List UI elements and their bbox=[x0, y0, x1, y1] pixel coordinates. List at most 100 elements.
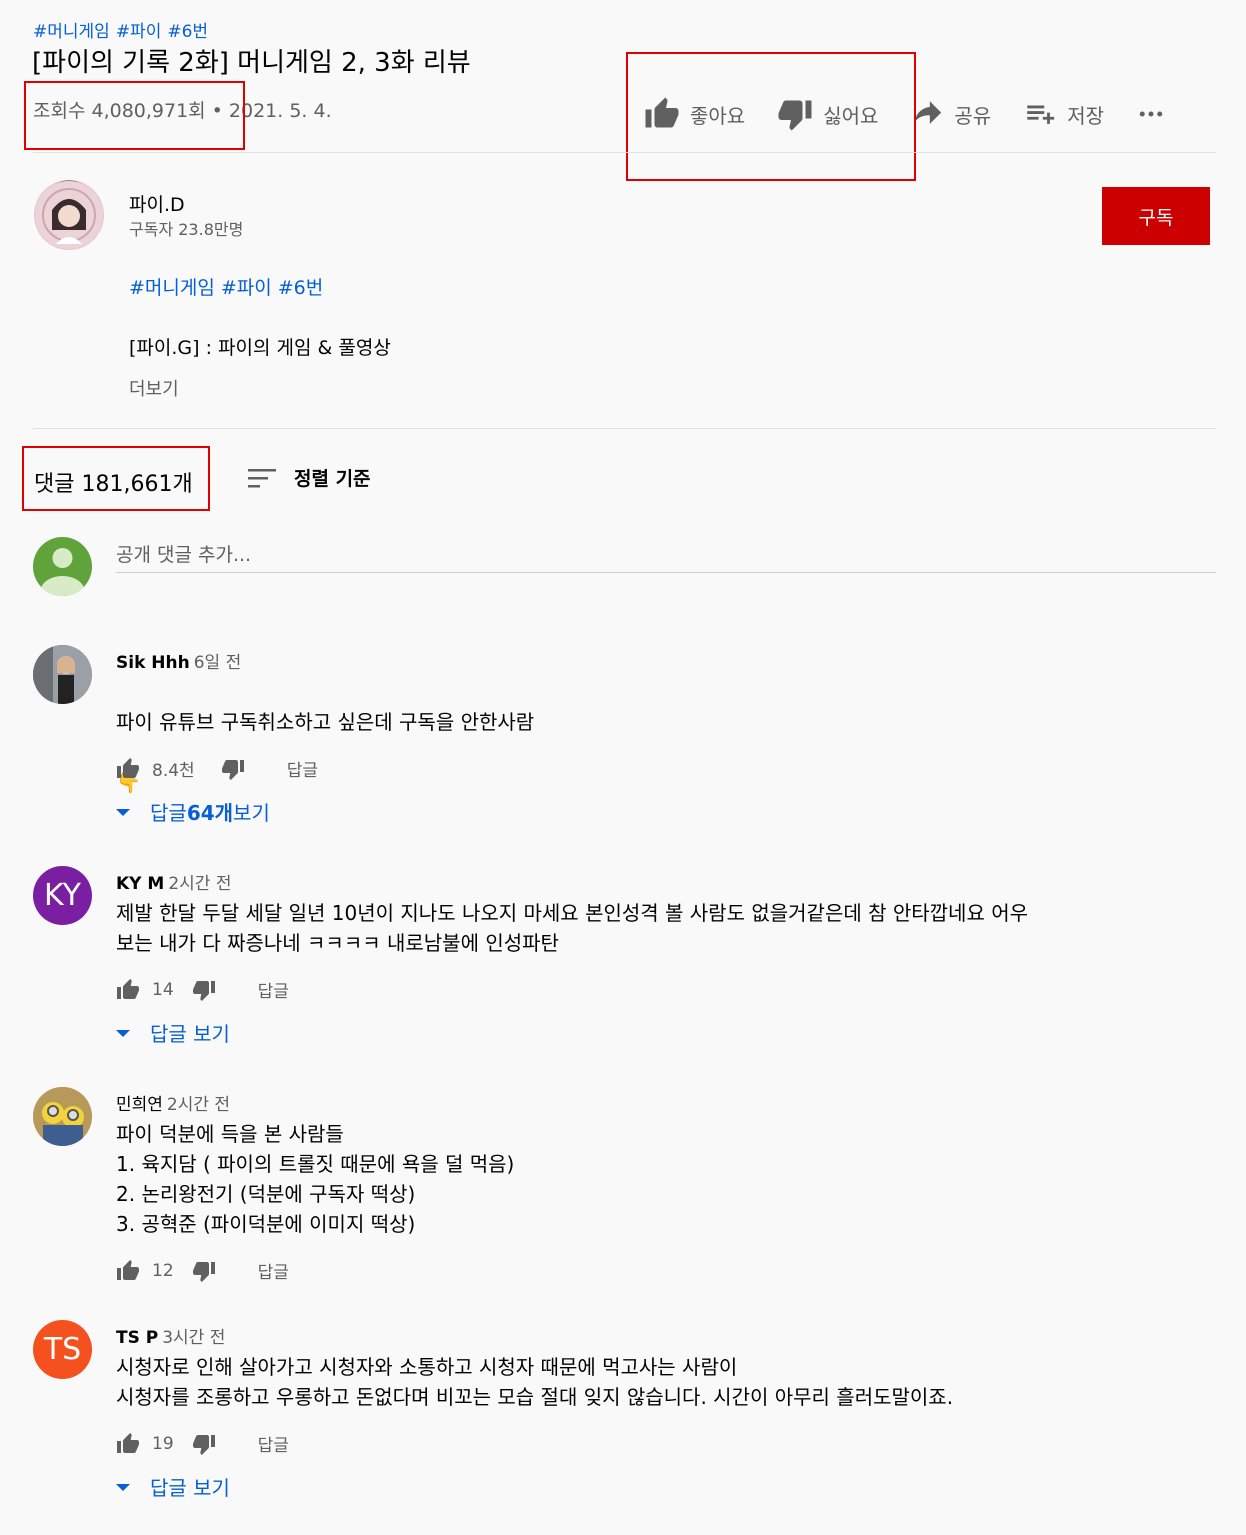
default-user-icon bbox=[40, 548, 85, 596]
save-button[interactable]: 저장 bbox=[1023, 97, 1104, 131]
video-title: [파이의 기록 2화] 머니게임 2, 3화 리뷰 bbox=[32, 48, 471, 78]
thumb-down-icon[interactable] bbox=[192, 1259, 216, 1283]
comment-author-name[interactable]: Sik Hhh bbox=[116, 653, 190, 673]
comment-time[interactable]: 3시간 전 bbox=[162, 1328, 225, 1348]
hashtag-link[interactable]: #머니게임 bbox=[33, 22, 110, 42]
sort-button[interactable]: 정렬 기준 bbox=[248, 464, 371, 491]
hashtag-link[interactable]: #머니게임 bbox=[129, 277, 215, 299]
thumb-up-icon[interactable] bbox=[116, 757, 140, 781]
subscriber-count: 구독자 23.8만명 bbox=[129, 220, 244, 239]
comment-avatar[interactable] bbox=[33, 645, 92, 704]
more-horizontal-icon bbox=[1139, 111, 1163, 117]
view-count: 조회수 4,080,971회 bbox=[33, 100, 206, 122]
share-button[interactable]: 공유 bbox=[910, 97, 991, 131]
hashtag-link[interactable]: #6번 bbox=[278, 277, 324, 299]
caret-down-icon bbox=[116, 1483, 130, 1491]
subscribe-button[interactable]: 구독 bbox=[1102, 187, 1210, 245]
save-label: 저장 bbox=[1067, 103, 1105, 128]
dislike-button[interactable]: 싫어요 bbox=[777, 96, 878, 132]
caret-down-icon bbox=[116, 1029, 130, 1037]
hashtag-link[interactable]: #파이 bbox=[116, 22, 162, 42]
like-button[interactable]: 좋아요 bbox=[644, 96, 745, 132]
replies-label-post: 보기 bbox=[233, 801, 270, 825]
comment-avatar[interactable] bbox=[33, 1087, 92, 1146]
comment-author: Sik Hhh 6일 전 bbox=[116, 648, 241, 673]
comment-toolbar: 12 답글 bbox=[116, 1258, 289, 1283]
video-actions: 좋아요 싫어요 공유 저장 bbox=[644, 92, 1208, 136]
comment-avatar[interactable]: TS bbox=[33, 1320, 92, 1379]
video-meta: 조회수 4,080,971회 • 2021. 5. 4. bbox=[33, 96, 332, 123]
comment-author: 민희연 2시간 전 bbox=[116, 1090, 230, 1115]
video-hashtags: #머니게임 #파이 #6번 bbox=[33, 17, 214, 42]
share-label: 공유 bbox=[954, 103, 992, 128]
upload-date: 2021. 5. 4. bbox=[228, 100, 332, 122]
comment-count: 댓글 181,661개 bbox=[34, 472, 193, 497]
replies-label-pre: 답글 bbox=[150, 801, 187, 825]
thumb-down-icon[interactable] bbox=[221, 757, 245, 781]
view-replies-button[interactable]: 답글 보기 bbox=[116, 1472, 230, 1501]
comment-toolbar: 14 답글 bbox=[116, 977, 289, 1002]
comment-avatar[interactable]: KY bbox=[33, 866, 92, 925]
avatar-initials: KY bbox=[44, 878, 81, 913]
caret-down-icon bbox=[116, 808, 130, 816]
comment-toolbar: 8.4천 답글 bbox=[116, 756, 318, 781]
comment-input[interactable] bbox=[116, 538, 1216, 573]
view-replies-button[interactable]: 답글 64개 보기 bbox=[116, 797, 270, 826]
thumb-down-icon bbox=[778, 100, 812, 131]
reply-button[interactable]: 답글 bbox=[258, 977, 289, 1002]
commenter-photo bbox=[33, 645, 92, 704]
separator-dot: • bbox=[211, 100, 223, 122]
like-count: 12 bbox=[152, 1260, 174, 1281]
reply-button[interactable]: 답글 bbox=[258, 1431, 289, 1456]
hashtag-link[interactable]: #파이 bbox=[221, 277, 272, 299]
more-actions-button[interactable] bbox=[1136, 99, 1176, 129]
reply-button[interactable]: 답글 bbox=[287, 756, 318, 781]
comment-text: 파이 유튜브 구독취소하고 싶은데 구독을 안한사람 👇 bbox=[116, 677, 1216, 827]
channel-name[interactable]: 파이.D bbox=[129, 190, 185, 217]
comment-author: TS P 3시간 전 bbox=[116, 1323, 225, 1348]
comment-time[interactable]: 6일 전 bbox=[194, 653, 242, 673]
comment-author-name[interactable]: KY M bbox=[116, 874, 164, 894]
replies-label: 답글 보기 bbox=[150, 1476, 230, 1500]
thumb-down-icon[interactable] bbox=[192, 1432, 216, 1456]
playlist-add-icon bbox=[1027, 105, 1055, 124]
channel-avatar[interactable] bbox=[34, 180, 104, 250]
avatar-initials: TS bbox=[43, 1332, 82, 1367]
user-avatar bbox=[33, 537, 92, 596]
thumb-up-icon bbox=[645, 97, 679, 128]
comment-author-name[interactable]: 민희연 bbox=[116, 1095, 163, 1115]
thumb-down-icon[interactable] bbox=[192, 978, 216, 1002]
like-count: 14 bbox=[152, 979, 174, 1000]
show-more-button[interactable]: 더보기 bbox=[129, 375, 179, 401]
thumb-up-icon[interactable] bbox=[116, 1432, 140, 1456]
hashtag-link[interactable]: #6번 bbox=[167, 22, 208, 42]
comment-author-name[interactable]: TS P bbox=[116, 1328, 158, 1348]
reply-button[interactable]: 답글 bbox=[258, 1258, 289, 1283]
comment-author: KY M 2시간 전 bbox=[116, 869, 231, 894]
like-label: 좋아요 bbox=[690, 103, 746, 128]
comment-text: 파이 덕분에 득을 본 사람들 1. 육지담 ( 파이의 트롤짓 때문에 욕을 … bbox=[116, 1122, 515, 1236]
description-hashtags: #머니게임 #파이 #6번 bbox=[129, 273, 329, 300]
sort-icon bbox=[248, 468, 276, 487]
divider bbox=[33, 428, 1216, 429]
thumb-up-icon[interactable] bbox=[116, 978, 140, 1002]
comment-toolbar: 19 답글 bbox=[116, 1431, 289, 1456]
description-text: [파이.G] : 파이의 게임 & 풀영상 bbox=[129, 337, 391, 359]
replies-label: 답글 보기 bbox=[150, 1022, 230, 1046]
replies-count: 64개 bbox=[186, 801, 234, 825]
comment-text: 시청자로 인해 살아가고 시청자와 소통하고 시청자 때문에 먹고사는 사람이 … bbox=[116, 1355, 954, 1409]
divider bbox=[33, 152, 1216, 153]
comment-text: 제발 한달 두달 세달 일년 10년이 지나도 나오지 마세요 본인성격 볼 사… bbox=[116, 901, 1029, 955]
sort-label: 정렬 기준 bbox=[294, 468, 371, 490]
share-icon bbox=[914, 101, 942, 124]
like-count: 8.4천 bbox=[152, 761, 195, 781]
channel-avatar-image bbox=[35, 181, 103, 249]
like-count: 19 bbox=[152, 1433, 174, 1454]
commenter-photo bbox=[33, 1087, 92, 1146]
comment-time[interactable]: 2시간 전 bbox=[167, 1095, 230, 1115]
view-replies-button[interactable]: 답글 보기 bbox=[116, 1018, 230, 1047]
thumb-up-icon[interactable] bbox=[116, 1259, 140, 1283]
comment-time[interactable]: 2시간 전 bbox=[168, 874, 231, 894]
dislike-label: 싫어요 bbox=[823, 103, 879, 128]
comment-text-line: 파이 유튜브 구독취소하고 싶은데 구독을 안한사람 bbox=[116, 710, 535, 734]
